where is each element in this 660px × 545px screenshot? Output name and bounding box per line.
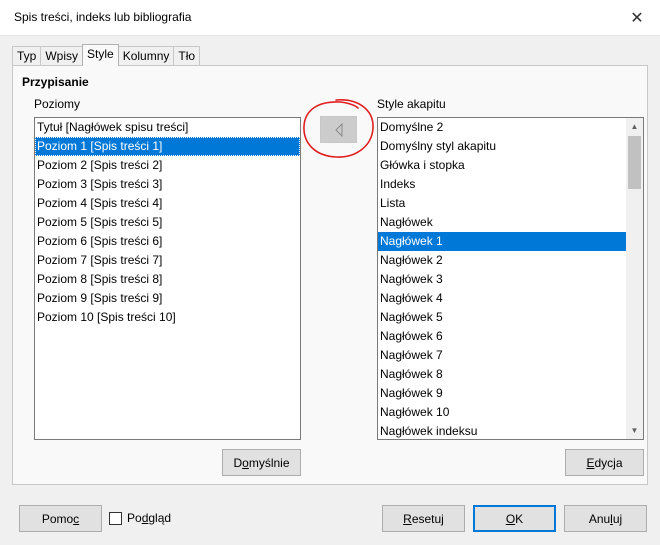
list-item[interactable]: Poziom 6 [Spis treści 6] xyxy=(35,232,300,251)
preview-checkbox[interactable] xyxy=(109,512,122,525)
reset-button[interactable]: Resetuj xyxy=(382,505,465,532)
tab-bar: Typ Wpisy Style Kolumny Tło xyxy=(12,44,201,66)
tab-kolumny[interactable]: Kolumny xyxy=(117,46,175,66)
list-item[interactable]: Domyślne 2 xyxy=(378,118,626,137)
tab-tlo[interactable]: Tło xyxy=(173,46,201,66)
tab-style[interactable]: Style xyxy=(82,44,119,66)
tab-wpisy[interactable]: Wpisy xyxy=(40,46,84,66)
window-title: Spis treści, indeks lub bibliografia xyxy=(14,10,192,24)
close-icon[interactable]: ✕ xyxy=(614,0,660,36)
title-bar: Spis treści, indeks lub bibliografia ✕ xyxy=(0,0,660,36)
list-item[interactable]: Poziom 10 [Spis treści 10] xyxy=(35,308,300,327)
list-item[interactable]: Nagłówek 7 xyxy=(378,346,626,365)
scroll-down-icon[interactable]: ▼ xyxy=(626,422,643,439)
list-item[interactable]: Domyślny styl akapitu xyxy=(378,137,626,156)
list-item[interactable]: Indeks xyxy=(378,175,626,194)
list-item[interactable]: Poziom 1 [Spis treści 1] xyxy=(35,137,300,156)
list-item[interactable]: Poziom 3 [Spis treści 3] xyxy=(35,175,300,194)
list-item[interactable]: Poziom 7 [Spis treści 7] xyxy=(35,251,300,270)
help-button[interactable]: Pomo c xyxy=(19,505,102,532)
list-item[interactable]: Poziom 2 [Spis treści 2] xyxy=(35,156,300,175)
list-item[interactable]: Lista xyxy=(378,194,626,213)
scroll-up-icon[interactable]: ▲ xyxy=(626,118,643,135)
list-item[interactable]: Nagłówek 8 xyxy=(378,365,626,384)
levels-list[interactable]: Tytuł [Nagłówek spisu treści] Poziom 1 [S… xyxy=(34,117,301,440)
list-item[interactable]: Nagłówek 5 xyxy=(378,308,626,327)
list-item[interactable]: Poziom 8 [Spis treści 8] xyxy=(35,270,300,289)
list-item[interactable]: Główka i stopka xyxy=(378,156,626,175)
cancel-button[interactable]: Anu l uj xyxy=(564,505,647,532)
styles-scrollbar[interactable]: ▲ ▼ xyxy=(626,118,643,439)
section-title: Przypisanie xyxy=(22,75,89,89)
styles-items: Domyślne 2 Domyślny styl akapitu Główka i … xyxy=(378,118,626,439)
list-item[interactable]: Poziom 4 [Spis treści 4] xyxy=(35,194,300,213)
edit-button[interactable]: Edycja xyxy=(565,449,644,476)
list-item[interactable]: Nagłówek 6 xyxy=(378,327,626,346)
styles-label: Style akapitu xyxy=(377,97,446,111)
list-item[interactable]: Nagłówek 1 xyxy=(378,232,626,251)
list-item[interactable]: Nagłówek indeksu xyxy=(378,422,626,439)
preview-label[interactable]: Podgląd xyxy=(127,511,171,525)
list-item[interactable]: Nagłówek 2 xyxy=(378,251,626,270)
default-button[interactable]: Do myślnie xyxy=(222,449,301,476)
list-item[interactable]: Nagłówek xyxy=(378,213,626,232)
list-item[interactable]: Nagłówek 9 xyxy=(378,384,626,403)
ok-button[interactable]: OK xyxy=(473,505,556,532)
paragraph-styles-list[interactable]: Domyślne 2 Domyślny styl akapitu Główka i … xyxy=(377,117,644,440)
list-item[interactable]: Nagłówek 10 xyxy=(378,403,626,422)
tab-typ[interactable]: Typ xyxy=(12,46,42,66)
assign-button[interactable] xyxy=(320,116,357,143)
list-item[interactable]: Nagłówek 4 xyxy=(378,289,626,308)
list-item[interactable]: Nagłówek 3 xyxy=(378,270,626,289)
list-item[interactable]: Tytuł [Nagłówek spisu treści] xyxy=(35,118,300,137)
list-item[interactable]: Poziom 5 [Spis treści 5] xyxy=(35,213,300,232)
list-item[interactable]: Poziom 9 [Spis treści 9] xyxy=(35,289,300,308)
triangle-left-icon xyxy=(334,122,342,137)
levels-label: Poziomy xyxy=(34,97,81,111)
scroll-thumb[interactable] xyxy=(628,136,641,189)
